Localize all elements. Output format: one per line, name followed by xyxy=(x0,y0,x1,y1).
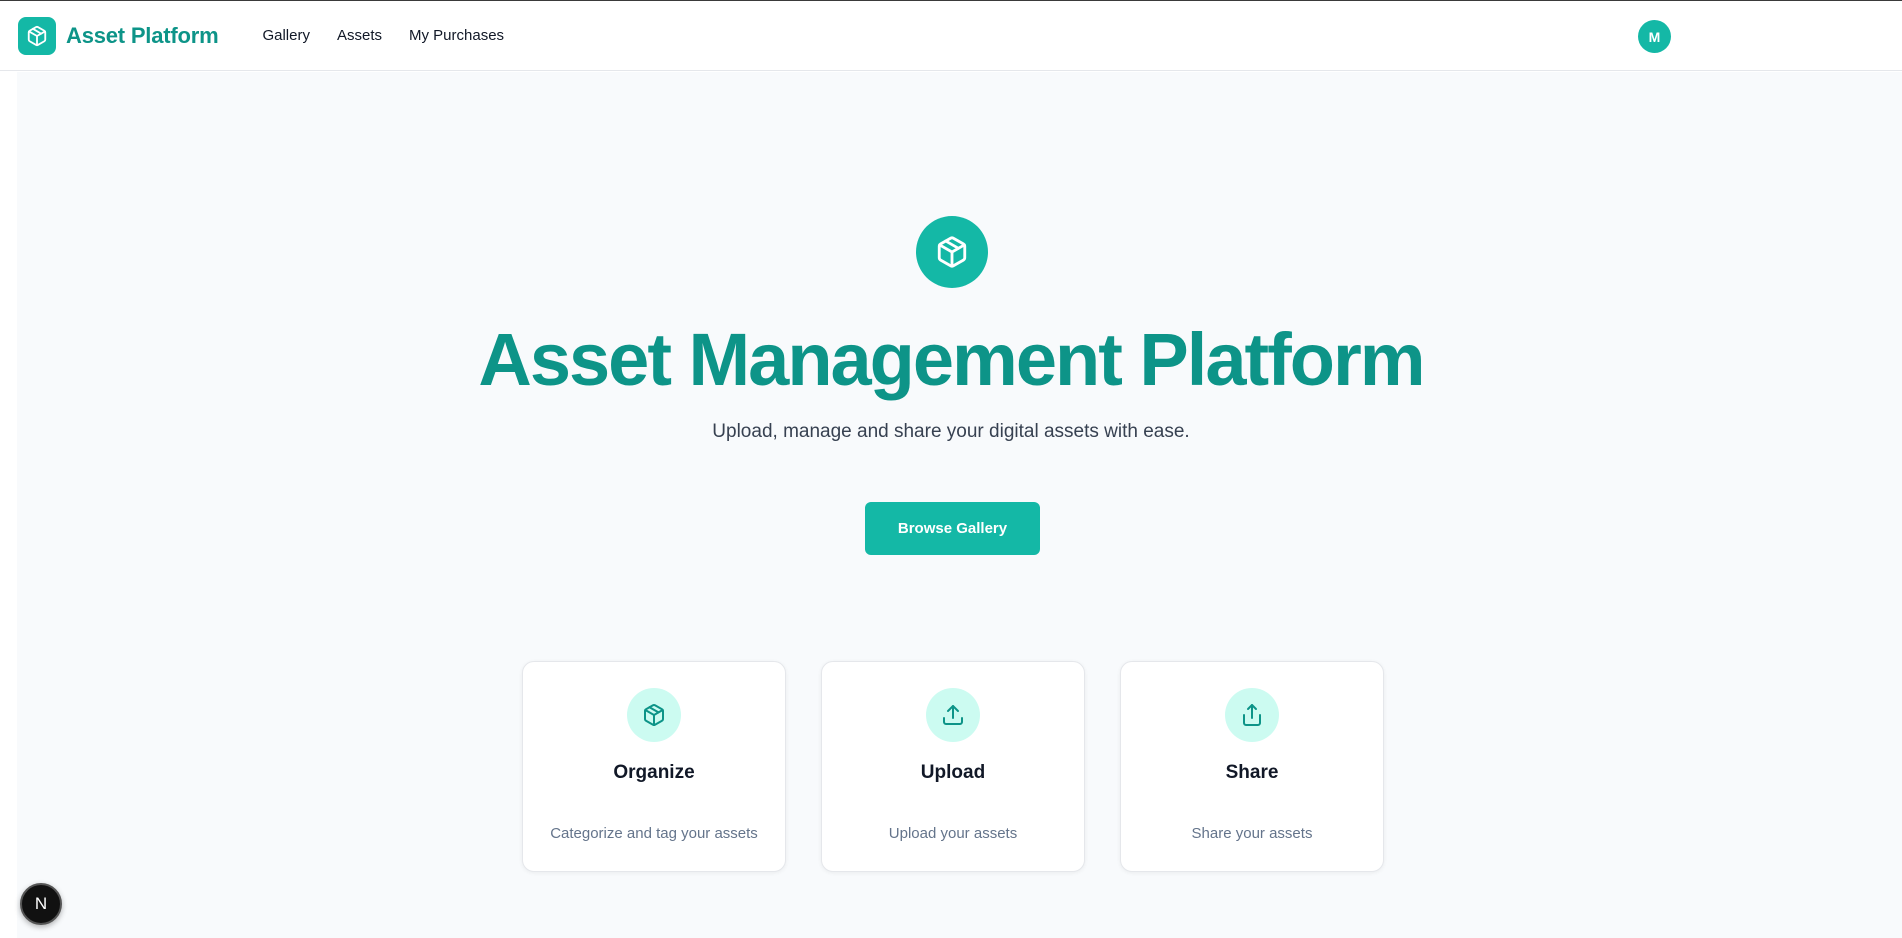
top-navbar: Asset Platform Gallery Assets My Purchas… xyxy=(0,1,1902,71)
package-icon xyxy=(627,688,681,742)
package-icon xyxy=(916,216,988,288)
feature-description: Upload your assets xyxy=(888,825,1018,842)
user-avatar[interactable]: M xyxy=(1638,20,1671,53)
feature-title: Organize xyxy=(613,762,695,783)
nav-gallery[interactable]: Gallery xyxy=(262,27,310,44)
feature-description: Categorize and tag your assets xyxy=(550,825,758,842)
browse-gallery-button[interactable]: Browse Gallery xyxy=(865,502,1040,555)
main-nav: Gallery Assets My Purchases xyxy=(262,27,504,44)
nav-assets[interactable]: Assets xyxy=(337,27,382,44)
hero-title: Asset Management Platform xyxy=(478,318,1425,401)
feature-card-upload: Upload Upload your assets xyxy=(821,661,1085,872)
feature-card-share: Share Share your assets xyxy=(1120,661,1384,872)
main-content: Asset Management Platform Upload, manage… xyxy=(17,72,1902,938)
feature-title: Upload xyxy=(920,762,986,783)
feature-description: Share your assets xyxy=(1191,825,1313,842)
nav-my-purchases[interactable]: My Purchases xyxy=(409,27,504,44)
package-icon xyxy=(18,16,56,55)
dev-tools-badge[interactable]: N xyxy=(20,883,62,925)
brand-link[interactable]: Asset Platform xyxy=(18,16,219,55)
hero-subtitle: Upload, manage and share your digital as… xyxy=(712,421,1190,442)
brand-name: Asset Platform xyxy=(66,22,219,48)
share-icon xyxy=(1225,688,1279,742)
feature-title: Share xyxy=(1225,762,1279,783)
upload-icon xyxy=(926,688,980,742)
feature-card-organize: Organize Categorize and tag your assets xyxy=(522,661,786,872)
